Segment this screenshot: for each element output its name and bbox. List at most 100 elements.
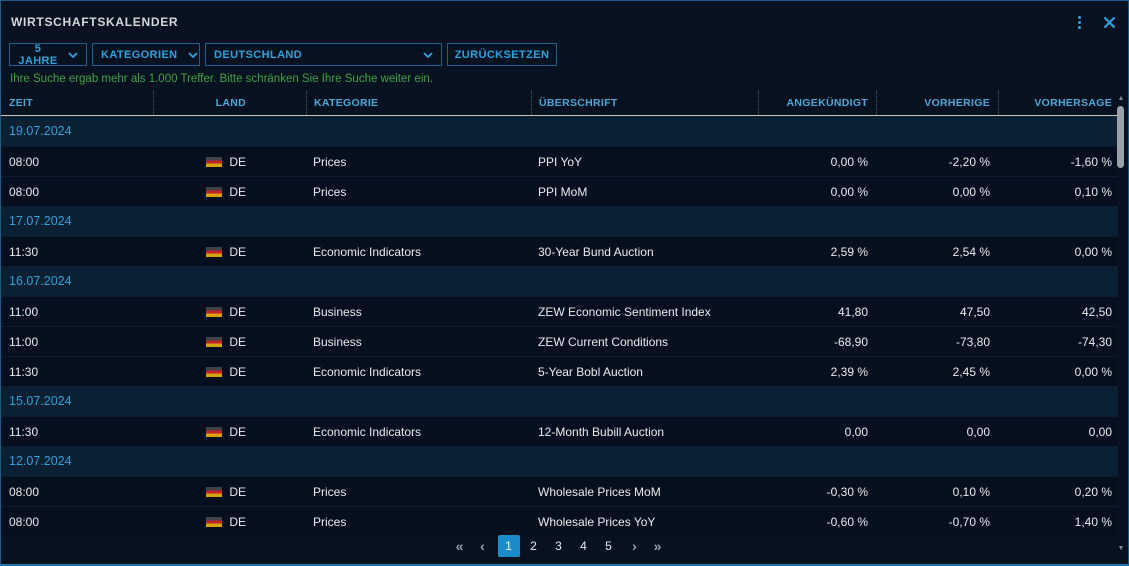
cell-headline: 5-Year Bobl Auction	[531, 365, 758, 379]
chevron-down-icon	[423, 52, 433, 58]
date-group-label: 19.07.2024	[1, 124, 1118, 138]
table-row[interactable]: 11:30 DE Economic Indicators 5-Year Bobl…	[1, 356, 1118, 386]
cell-category: Economic Indicators	[306, 425, 531, 439]
categories-dropdown-label: KATEGORIEN	[101, 49, 178, 61]
titlebar-actions	[1076, 14, 1116, 31]
cell-category: Economic Indicators	[306, 365, 531, 379]
cell-category: Business	[306, 335, 531, 349]
cell-time: 08:00	[1, 185, 153, 199]
table-row[interactable]: 08:00 DE Prices PPI YoY 0,00 % -2,20 % -…	[1, 146, 1118, 176]
page-button[interactable]: 3	[548, 535, 570, 557]
cell-announced: 0,00 %	[758, 155, 876, 169]
pagination: « ‹ 1 2 3 4 5 › »	[1, 533, 1116, 559]
column-header-land[interactable]: LAND	[153, 91, 306, 115]
cell-category: Economic Indicators	[306, 245, 531, 259]
cell-category: Business	[306, 305, 531, 319]
cell-country: DE	[153, 515, 306, 529]
cell-time: 08:00	[1, 515, 153, 529]
reset-button-label: ZURÜCKSETZEN	[455, 49, 550, 61]
table-row[interactable]: 11:30 DE Economic Indicators 12-Month Bu…	[1, 416, 1118, 446]
table-row[interactable]: 08:00 DE Prices Wholesale Prices YoY -0,…	[1, 506, 1118, 536]
country-code: DE	[229, 335, 246, 349]
next-page-button[interactable]: ›	[627, 535, 643, 557]
germany-flag-icon	[206, 247, 222, 257]
cell-forecast: 0,00	[998, 425, 1118, 439]
cell-announced: -0,30 %	[758, 485, 876, 499]
cell-forecast: 0,00 %	[998, 245, 1118, 259]
column-header-angekuendigt[interactable]: ANGEKÜNDIGT	[758, 91, 876, 115]
cell-forecast: 0,00 %	[998, 365, 1118, 379]
triangle-up-icon[interactable]: ▲	[1115, 95, 1127, 103]
germany-flag-icon	[206, 307, 222, 317]
column-header-kategorie[interactable]: KATEGORIE	[306, 91, 531, 115]
country-code: DE	[229, 185, 246, 199]
reset-button[interactable]: ZURÜCKSETZEN	[447, 43, 557, 66]
germany-flag-icon	[206, 367, 222, 377]
scrollbar-thumb[interactable]	[1117, 106, 1124, 168]
cell-category: Prices	[306, 485, 531, 499]
cell-time: 11:00	[1, 305, 153, 319]
cell-previous: -0,70 %	[876, 515, 998, 529]
period-dropdown[interactable]: 5 JAHRE	[9, 43, 87, 66]
country-dropdown-value: DEUTSCHLAND	[214, 49, 302, 61]
table-row[interactable]: 08:00 DE Prices Wholesale Prices MoM -0,…	[1, 476, 1118, 506]
date-group-label: 15.07.2024	[1, 394, 1118, 408]
table-row[interactable]: 11:00 DE Business ZEW Economic Sentiment…	[1, 296, 1118, 326]
date-group-label: 16.07.2024	[1, 274, 1118, 288]
table-row[interactable]: 11:30 DE Economic Indicators 30-Year Bun…	[1, 236, 1118, 266]
date-group-row: 17.07.2024	[1, 206, 1118, 236]
cell-previous: 0,00	[876, 425, 998, 439]
categories-dropdown[interactable]: KATEGORIEN	[92, 43, 200, 66]
country-code: DE	[229, 155, 246, 169]
cell-country: DE	[153, 365, 306, 379]
cell-time: 08:00	[1, 485, 153, 499]
cell-country: DE	[153, 485, 306, 499]
prev-page-button[interactable]: ‹	[475, 535, 491, 557]
filter-bar: 5 JAHRE KATEGORIEN DEUTSCHLAND ZURÜCKSET…	[1, 43, 1128, 69]
column-header-vorherige[interactable]: VORHERIGE	[876, 91, 998, 115]
table-row[interactable]: 11:00 DE Business ZEW Current Conditions…	[1, 326, 1118, 356]
cell-headline: ZEW Current Conditions	[531, 335, 758, 349]
country-code: DE	[229, 515, 246, 529]
country-code: DE	[229, 365, 246, 379]
column-header-zeit[interactable]: ZEIT	[1, 91, 153, 115]
search-result-notice: Ihre Suche ergab mehr als 1.000 Treffer.…	[1, 69, 1128, 91]
page-button[interactable]: 5	[598, 535, 620, 557]
vertical-scrollbar[interactable]: ▲ ▼	[1115, 93, 1127, 555]
chevron-down-icon	[68, 52, 78, 58]
last-page-button[interactable]: »	[650, 535, 666, 557]
kebab-menu-icon[interactable]	[1076, 14, 1083, 31]
cell-country: DE	[153, 245, 306, 259]
table-header: ZEIT LAND KATEGORIE ÜBERSCHRIFT ANGEKÜND…	[1, 91, 1118, 116]
germany-flag-icon	[206, 157, 222, 167]
country-code: DE	[229, 245, 246, 259]
cell-headline: PPI MoM	[531, 185, 758, 199]
cell-country: DE	[153, 185, 306, 199]
table-row[interactable]: 08:00 DE Prices PPI MoM 0,00 % 0,00 % 0,…	[1, 176, 1118, 206]
table-body: 19.07.2024 08:00 DE Prices PPI YoY 0,00 …	[1, 116, 1128, 536]
date-group-row: 15.07.2024	[1, 386, 1118, 416]
country-code: DE	[229, 485, 246, 499]
cell-country: DE	[153, 425, 306, 439]
country-code: DE	[229, 305, 246, 319]
column-header-vorhersage[interactable]: VORHERSAGE	[998, 91, 1118, 115]
close-icon[interactable]	[1103, 16, 1116, 29]
triangle-down-icon[interactable]: ▼	[1115, 545, 1127, 553]
germany-flag-icon	[206, 427, 222, 437]
page-button[interactable]: 2	[523, 535, 545, 557]
cell-category: Prices	[306, 515, 531, 529]
cell-previous: -2,20 %	[876, 155, 998, 169]
cell-previous: 0,10 %	[876, 485, 998, 499]
date-group-row: 19.07.2024	[1, 116, 1118, 146]
cell-country: DE	[153, 335, 306, 349]
first-page-button[interactable]: «	[452, 535, 468, 557]
period-dropdown-label: 5 JAHRE	[18, 43, 58, 67]
column-header-ueberschrift[interactable]: ÜBERSCHRIFT	[531, 91, 758, 115]
cell-previous: 47,50	[876, 305, 998, 319]
page-button[interactable]: 4	[573, 535, 595, 557]
cell-headline: Wholesale Prices MoM	[531, 485, 758, 499]
page-button[interactable]: 1	[498, 535, 520, 557]
economic-calendar-widget: WIRTSCHAFTSKALENDER 5 JAHRE KATEGORIEN D…	[0, 0, 1129, 566]
cell-time: 11:30	[1, 365, 153, 379]
country-dropdown[interactable]: DEUTSCHLAND	[205, 43, 442, 66]
